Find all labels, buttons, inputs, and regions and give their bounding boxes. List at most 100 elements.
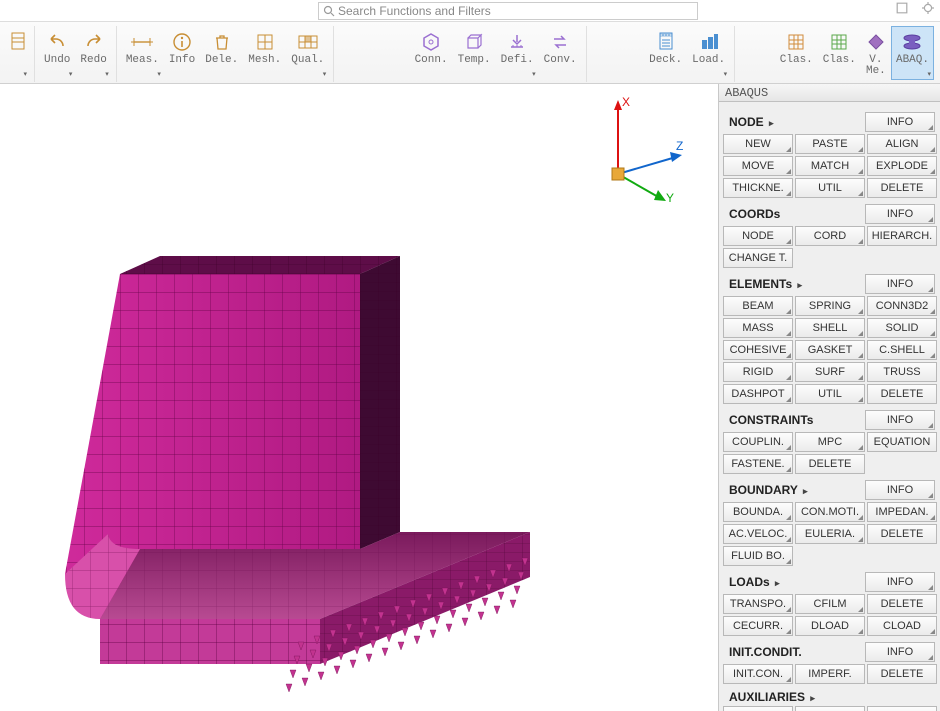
section-coords-label: COORDs — [721, 207, 865, 221]
node-new-button[interactable]: NEW — [723, 134, 793, 154]
search-bar: Search Functions and Filters — [0, 0, 940, 22]
constraints-info-button[interactable]: INFO — [865, 410, 935, 430]
section-elements-label[interactable]: ELEMENTs ▸ — [721, 277, 865, 291]
view-mesh-button[interactable]: V. Me. — [861, 26, 891, 80]
boundary-info-button[interactable]: INFO — [865, 480, 935, 500]
load-delete-button[interactable]: DELETE — [867, 594, 937, 614]
elem-gasket-button[interactable]: GASKET — [795, 340, 865, 360]
quality-button[interactable]: Qual.▾ — [286, 26, 329, 80]
measure-button[interactable]: Meas.▾ — [121, 26, 164, 80]
undo-button[interactable]: Undo▾ — [39, 26, 75, 80]
node-move-button[interactable]: MOVE — [723, 156, 793, 176]
section-elements-header: ELEMENTs ▸ INFO — [721, 274, 937, 294]
elem-delete-button[interactable]: DELETE — [867, 384, 937, 404]
grid-orange-icon — [786, 32, 806, 52]
elem-mass-button[interactable]: MASS — [723, 318, 793, 338]
constr-mpc-button[interactable]: MPC — [795, 432, 865, 452]
bnd-conmoti-button[interactable]: CON.MOTI. — [795, 502, 865, 522]
load-cfilm-button[interactable]: CFILM — [795, 594, 865, 614]
coords-changetype-button[interactable]: CHANGE T. — [723, 248, 793, 268]
elem-dashpot-button[interactable]: DASHPOT — [723, 384, 793, 404]
template-button[interactable]: Temp. — [453, 26, 496, 80]
bnd-acvelo-button[interactable]: AC.VELOC. — [723, 524, 793, 544]
elem-truss-button[interactable]: TRUSS — [867, 362, 937, 382]
ribbon-group-edit: Undo▾ Redo▾ — [35, 26, 117, 82]
connection-button[interactable]: Conn. — [410, 26, 453, 80]
bnd-fluidbo-button[interactable]: FLUID BO. — [723, 546, 793, 566]
node-delete-button[interactable]: DELETE — [867, 178, 937, 198]
section-coords-header: COORDs INFO — [721, 204, 937, 224]
bnd-delete-button[interactable]: DELETE — [867, 524, 937, 544]
convert-button[interactable]: Conv. — [539, 26, 582, 80]
expand-icon — [896, 2, 908, 14]
node-paste-button[interactable]: PASTE — [795, 134, 865, 154]
aux-ampltd-button[interactable]: AMPLTD — [795, 706, 865, 711]
initcond-info-button[interactable]: INFO — [865, 642, 935, 662]
info-icon — [172, 32, 192, 52]
loads-info-button[interactable]: INFO — [865, 572, 935, 592]
section-boundary-label[interactable]: BOUNDARY ▸ — [721, 483, 865, 497]
titlebar-icons — [896, 2, 934, 14]
load-cload-button[interactable]: CLOAD — [867, 616, 937, 636]
initcond-delete-button[interactable]: DELETE — [867, 664, 937, 684]
elem-cshell-button[interactable]: C.SHELL — [867, 340, 937, 360]
elements-info-button[interactable]: INFO — [865, 274, 935, 294]
load-cecurr-button[interactable]: CECURR. — [723, 616, 793, 636]
elem-conn3d2-button[interactable]: CONN3D2 — [867, 296, 937, 316]
node-explode-button[interactable]: EXPLODE — [867, 156, 937, 176]
constr-coupling-button[interactable]: COUPLIN. — [723, 432, 793, 452]
info-button[interactable]: Info — [164, 26, 200, 80]
redo-button[interactable]: Redo▾ — [75, 26, 111, 80]
bnd-bounda-button[interactable]: BOUNDA. — [723, 502, 793, 522]
node-thickness-button[interactable]: THICKNE. — [723, 178, 793, 198]
define-button[interactable]: Defi.▾ — [496, 26, 539, 80]
coords-cord-button[interactable]: CORD — [795, 226, 865, 246]
elem-spring-button[interactable]: SPRING — [795, 296, 865, 316]
bnd-euleria-button[interactable]: EULERIA. — [795, 524, 865, 544]
section-constraints-label: CONSTRAINTs — [721, 413, 865, 427]
elem-shell-button[interactable]: SHELL — [795, 318, 865, 338]
coords-node-button[interactable]: NODE — [723, 226, 793, 246]
coords-hierarch-button[interactable]: HIERARCH. — [867, 226, 937, 246]
load-transpo-button[interactable]: TRANSPO. — [723, 594, 793, 614]
node-align-button[interactable]: ALIGN — [867, 134, 937, 154]
elem-beam-button[interactable]: BEAM — [723, 296, 793, 316]
constr-delete-button[interactable]: DELETE — [795, 454, 865, 474]
load-dload-button[interactable]: DLOAD — [795, 616, 865, 636]
elem-rigid-button[interactable]: RIGID — [723, 362, 793, 382]
ribbon-quick-button[interactable]: ▾ — [6, 26, 30, 80]
node-util-button[interactable]: UTIL — [795, 178, 865, 198]
section-node-label[interactable]: NODE ▸ — [721, 115, 865, 129]
constr-fastener-button[interactable]: FASTENE. — [723, 454, 793, 474]
node-match-button[interactable]: MATCH — [795, 156, 865, 176]
section-loads-label[interactable]: LOADs ▸ — [721, 575, 865, 589]
convert-icon — [550, 32, 570, 52]
abaqus-panel: ABAQUS NODE ▸ INFO NEW PASTE ALIGN MOVE … — [718, 84, 940, 711]
constr-equation-button[interactable]: EQUATION — [867, 432, 937, 452]
viewport-3d[interactable]: X Z Y — [0, 84, 718, 711]
initcond-initcon-button[interactable]: INIT.CON. — [723, 664, 793, 684]
elem-solid-button[interactable]: SOLID — [867, 318, 937, 338]
bnd-impedan-button[interactable]: IMPEDAN. — [867, 502, 937, 522]
deck-button[interactable]: Deck. — [644, 26, 687, 80]
aux-control-button[interactable]: CONTROL. — [723, 706, 793, 711]
search-input[interactable]: Search Functions and Filters — [318, 2, 698, 20]
elem-util-button[interactable]: UTIL — [795, 384, 865, 404]
elem-surf-button[interactable]: SURF — [795, 362, 865, 382]
abaqus-button[interactable]: ABAQ.▾ — [891, 26, 934, 80]
initcond-imperf-button[interactable]: IMPERF. — [795, 664, 865, 684]
coords-info-button[interactable]: INFO — [865, 204, 935, 224]
classify1-button[interactable]: Clas. — [775, 26, 818, 80]
section-aux-label[interactable]: AUXILIARIES ▸ — [721, 690, 937, 704]
mesh-icon — [255, 32, 275, 52]
ribbon-group-tools: Meas.▾ Info Dele. Mesh. Qual.▾ — [117, 26, 334, 82]
ribbon-group-solvers: Clas. Clas. V. Me. ABAQ.▾ — [771, 26, 938, 82]
load-button[interactable]: Load.▾ — [687, 26, 730, 80]
delete-button[interactable]: Dele. — [200, 26, 243, 80]
classify2-button[interactable]: Clas. — [818, 26, 861, 80]
aux-surface-button[interactable]: SURFACE . — [867, 706, 937, 711]
node-info-button[interactable]: INFO — [865, 112, 935, 132]
elem-cohesive-button[interactable]: COHESIVE — [723, 340, 793, 360]
panel-title: ABAQUS — [719, 84, 940, 102]
mesh-button[interactable]: Mesh. — [243, 26, 286, 80]
